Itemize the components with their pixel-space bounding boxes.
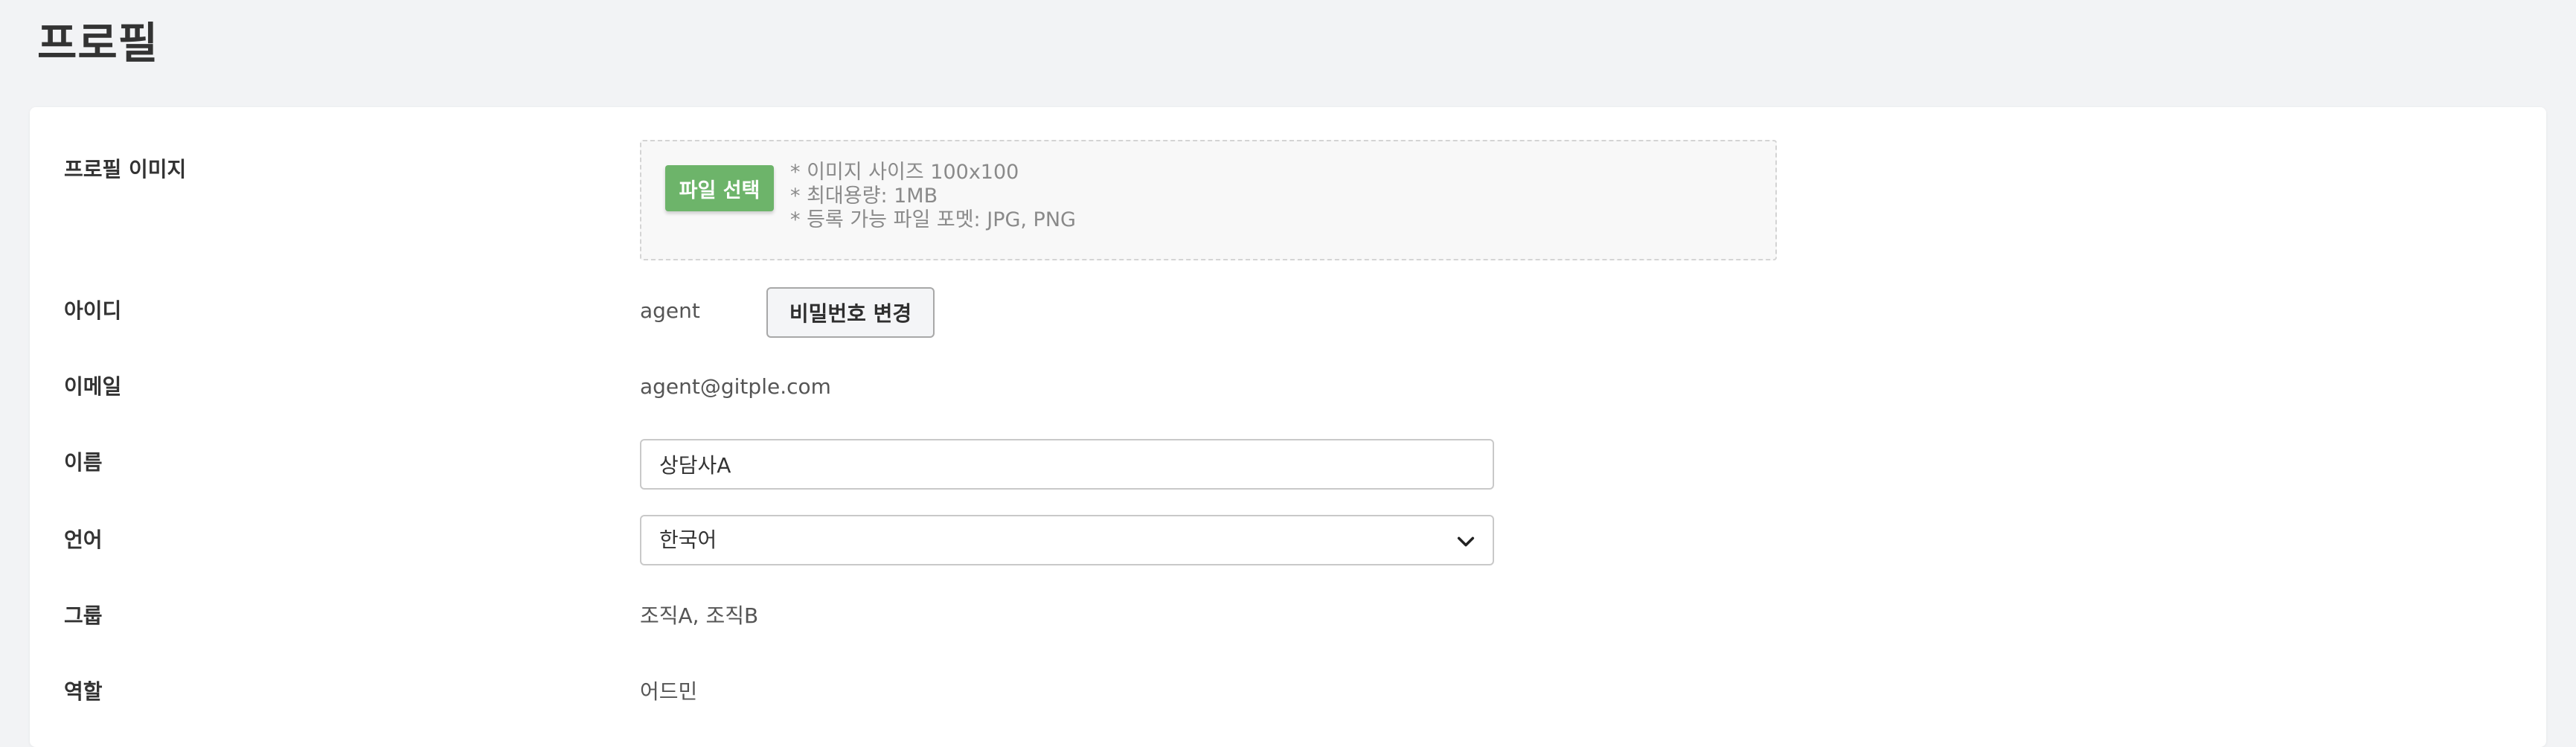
profile-image-upload-area[interactable]: 파일 선택 * 이미지 사이즈 100x100 * 최대용량: 1MB * 등록… [640, 140, 1777, 260]
name-label: 이름 [64, 450, 103, 475]
id-value: agent [640, 298, 700, 323]
hint-file-formats: * 등록 가능 파일 포멧: JPG, PNG [790, 208, 1076, 231]
email-value: agent@gitple.com [640, 374, 831, 399]
hint-image-size: * 이미지 사이즈 100x100 [790, 161, 1019, 184]
change-password-button[interactable]: 비밀번호 변경 [766, 287, 935, 338]
role-value: 어드민 [640, 679, 698, 704]
page-title: 프로필 [37, 18, 159, 68]
language-label: 언어 [64, 528, 103, 552]
chevron-down-icon [1457, 536, 1475, 547]
upload-hints: * 이미지 사이즈 100x100 * 최대용량: 1MB * 등록 가능 파일… [790, 161, 1076, 232]
name-input[interactable] [640, 439, 1494, 490]
profile-image-label: 프로필 이미지 [64, 157, 187, 182]
hint-max-size: * 최대용량: 1MB [790, 185, 938, 208]
group-label: 그룹 [64, 603, 103, 628]
language-select-value: 한국어 [659, 528, 717, 552]
language-select[interactable]: 한국어 [640, 515, 1494, 565]
group-value: 조직A, 조직B [640, 603, 759, 628]
file-select-button[interactable]: 파일 선택 [665, 165, 774, 211]
role-label: 역할 [64, 679, 103, 704]
id-label: 아이디 [64, 298, 122, 323]
email-label: 이메일 [64, 374, 122, 399]
